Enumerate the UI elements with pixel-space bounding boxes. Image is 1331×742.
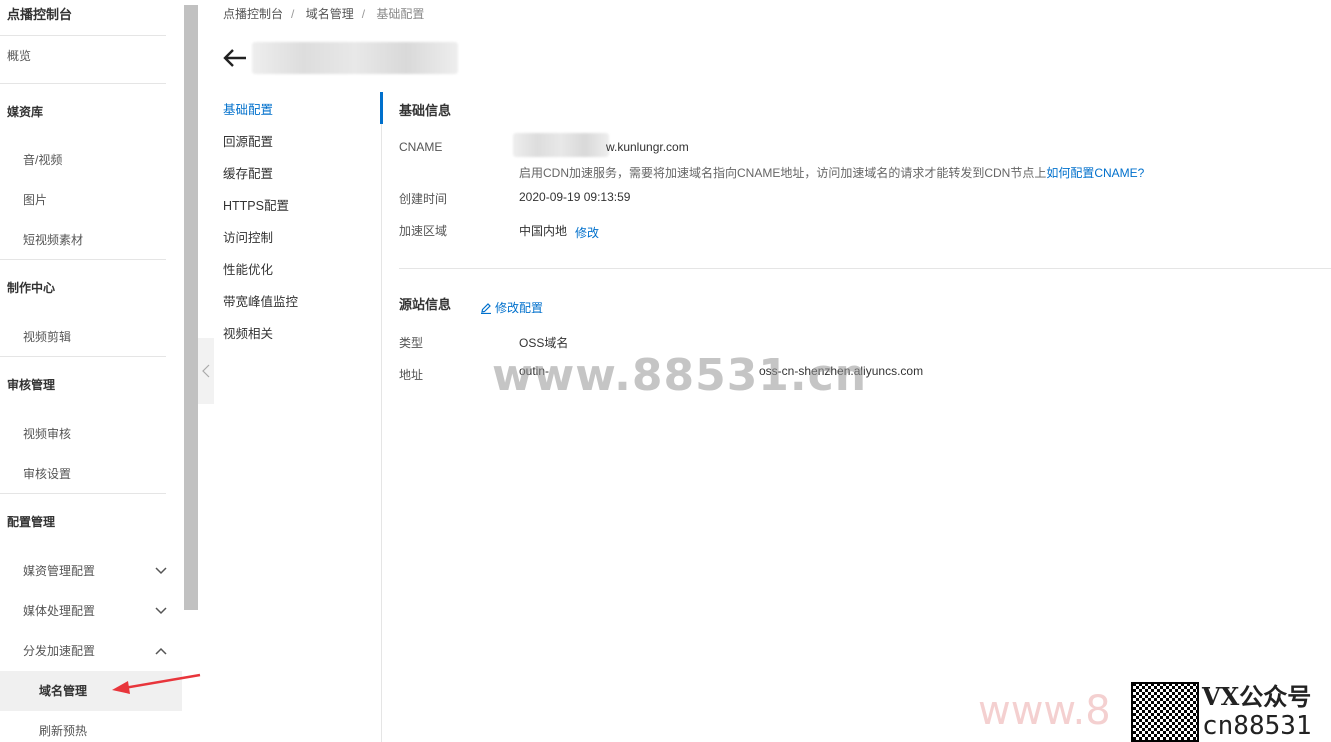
sidebar: 点播控制台 概览 媒资库 音/视频 图片 短视频素材 制作中心 视频剪辑 审核管…: [0, 0, 182, 742]
chevron-left-icon: [202, 364, 210, 378]
cname-help-link[interactable]: 如何配置CNAME?: [1046, 166, 1144, 180]
sidebar-item-label: 分发加速配置: [23, 644, 96, 658]
cname-value: w.kunlungr.com: [606, 140, 689, 154]
tab-performance[interactable]: 性能优化: [223, 256, 381, 288]
sidebar-item-processing-config[interactable]: 媒体处理配置: [0, 591, 182, 631]
region-label: 加速区域: [399, 224, 448, 238]
origin-info-title: 源站信息: [399, 297, 452, 312]
breadcrumb: 点播控制台 / 域名管理 / 基础配置: [223, 5, 430, 22]
breadcrumb-domain[interactable]: 域名管理: [306, 7, 354, 21]
sidebar-section-config: 配置管理: [7, 515, 56, 529]
chevron-up-icon: [154, 631, 168, 671]
tab-divider: [381, 92, 382, 742]
sidebar-item-short-video[interactable]: 短视频素材: [0, 220, 166, 260]
breadcrumb-console[interactable]: 点播控制台: [223, 7, 283, 21]
tab-cache-config[interactable]: 缓存配置: [223, 160, 381, 192]
pencil-icon: [481, 302, 491, 314]
sidebar-item-review-settings[interactable]: 审核设置: [0, 454, 166, 494]
sidebar-section-production: 制作中心: [7, 281, 56, 295]
sidebar-item-video-review[interactable]: 视频审核: [0, 414, 182, 454]
wechat-id: cn88531: [1202, 711, 1312, 741]
origin-address-label: 地址: [399, 368, 424, 382]
origin-type-label: 类型: [399, 336, 424, 350]
section-divider: [399, 268, 1331, 269]
tab-access-control[interactable]: 访问控制: [223, 224, 381, 256]
sidebar-item-video-edit[interactable]: 视频剪辑: [0, 317, 166, 357]
tab-origin-config[interactable]: 回源配置: [223, 128, 381, 160]
region-value: 中国内地: [519, 224, 568, 238]
wechat-label: VX公众号: [1202, 682, 1312, 711]
sidebar-item-label: 媒资管理配置: [23, 564, 96, 578]
breadcrumb-separator: /: [361, 7, 366, 21]
breadcrumb-current: 基础配置: [376, 7, 425, 21]
created-label: 创建时间: [399, 192, 448, 206]
qr-code-icon: [1131, 682, 1199, 742]
sidebar-title: 点播控制台: [0, 0, 166, 36]
sidebar-scrollbar[interactable]: [184, 5, 198, 610]
sidebar-item-label: 媒体处理配置: [23, 604, 96, 618]
cname-hint: 启用CDN加速服务，需要将加速域名指向CNAME地址，访问加速域名的请求才能转发…: [519, 164, 1144, 181]
chevron-down-icon: [154, 551, 168, 591]
sidebar-item-overview[interactable]: 概览: [0, 36, 166, 84]
annotation-arrow-icon: [112, 673, 201, 694]
watermark-bottom: www.8: [978, 688, 1111, 734]
breadcrumb-separator: /: [291, 7, 295, 21]
collapse-sidebar-button[interactable]: [198, 338, 214, 404]
chevron-down-icon: [154, 591, 168, 631]
config-tabs: 基础配置 回源配置 缓存配置 HTTPS配置 访问控制 性能优化 带宽峰值监控 …: [223, 96, 381, 352]
tab-video-related[interactable]: 视频相关: [223, 320, 381, 352]
blurred-cname-prefix: [513, 133, 609, 157]
sidebar-section-media: 媒资库: [7, 105, 44, 119]
cname-hint-text: 启用CDN加速服务，需要将加速域名指向CNAME地址，访问加速域名的请求才能转发…: [519, 166, 1047, 180]
tab-bandwidth-monitor[interactable]: 带宽峰值监控: [223, 288, 381, 320]
origin-type-value: OSS域名: [519, 336, 569, 350]
created-value: 2020-09-19 09:13:59: [519, 190, 631, 204]
sidebar-item-refresh-preload[interactable]: 刷新预热: [0, 711, 182, 742]
basic-info-title: 基础信息: [399, 103, 452, 118]
origin-edit-button[interactable]: 修改配置: [480, 299, 543, 316]
region-edit-link[interactable]: 修改: [575, 224, 599, 241]
page-header: [222, 42, 458, 74]
sidebar-item-audio-video[interactable]: 音/视频: [0, 140, 182, 180]
back-arrow-icon[interactable]: [222, 48, 248, 68]
sidebar-item-media-config[interactable]: 媒资管理配置: [0, 551, 182, 591]
app-root: 点播控制台 概览 媒资库 音/视频 图片 短视频素材 制作中心 视频剪辑 审核管…: [0, 0, 1331, 742]
tab-https-config[interactable]: HTTPS配置: [223, 192, 381, 224]
tab-active-indicator: [380, 92, 383, 124]
blurred-domain-name: [252, 42, 458, 74]
sidebar-section-review: 审核管理: [7, 378, 56, 392]
cname-label: CNAME: [399, 140, 443, 154]
tab-basic-config[interactable]: 基础配置: [223, 96, 381, 128]
origin-edit-label: 修改配置: [495, 301, 544, 315]
watermark-text: www.88531.cn: [492, 350, 868, 401]
sidebar-item-images[interactable]: 图片: [0, 180, 182, 220]
sidebar-item-distribution-config[interactable]: 分发加速配置: [0, 631, 182, 671]
